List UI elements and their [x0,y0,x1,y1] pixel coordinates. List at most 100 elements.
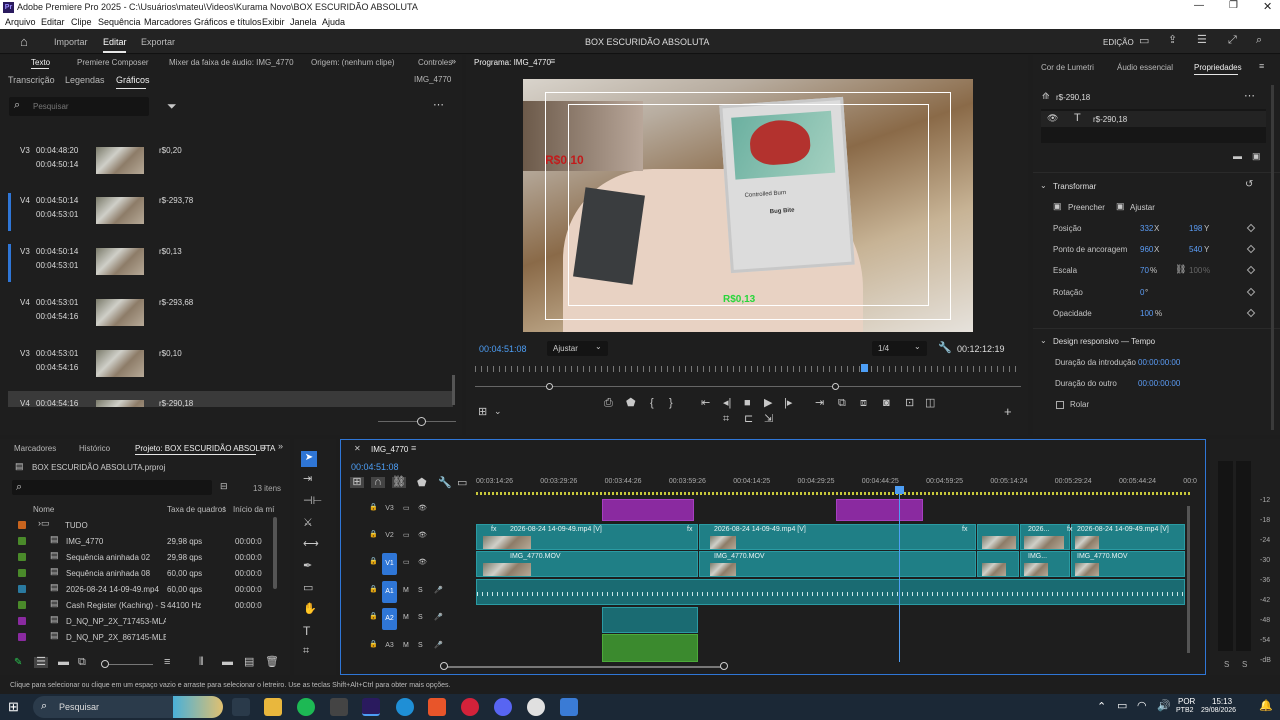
menu-janela[interactable]: Janela [290,17,317,27]
eye-icon[interactable]: 👁 [1047,114,1058,123]
minimize-button[interactable]: — [1194,0,1204,11]
mic-icon[interactable]: 🎤 [434,642,443,649]
track-label-v2[interactable]: V2 [382,532,397,539]
fit-select[interactable]: Ajustar ⌄ [547,341,608,356]
tab-premiere-composer[interactable]: Premiere Composer [77,58,149,67]
program-ruler[interactable] [475,366,1021,372]
track-label-a3[interactable]: A3 [382,642,397,649]
lift-icon[interactable]: ⎙ [604,398,613,409]
audio-clip-a2[interactable] [602,607,698,633]
bin-icon[interactable]: ⊟ [220,482,228,491]
fill-icon[interactable]: ▣ [1053,202,1062,211]
zoom-handle-left[interactable] [546,383,553,390]
captions-icon[interactable]: ▭ [457,478,467,489]
menu-graficos[interactable]: Gráficos e títulos [194,17,262,27]
marker-icon[interactable]: ⬟ [626,398,636,409]
roll-checkbox[interactable] [1056,401,1064,409]
solo-icon[interactable]: S [418,587,423,594]
selection-tool-icon[interactable]: ➤ [301,451,317,467]
keyframe-icon[interactable] [1246,265,1256,275]
pencil-icon[interactable]: ✎ [14,658,22,668]
layer-row[interactable]: 👁 T r$-290,18 [1041,111,1266,127]
properties-scrollbar[interactable] [1271,85,1274,430]
settings-list-icon[interactable]: ☰ [1197,35,1207,46]
sync-lock-icon[interactable]: ▭ [403,559,410,566]
snap-icon[interactable]: ∩ [371,477,385,488]
panel-menu-icon[interactable]: ≡ [261,443,266,452]
label-color-swatch[interactable] [18,521,26,529]
col-start[interactable]: Início da mí [233,505,274,514]
folder-icon[interactable]: ▬ [1233,152,1242,161]
zoom-slider-handle[interactable] [101,660,109,668]
opacity-value[interactable]: 100 [1140,309,1153,318]
zoom-slider[interactable] [103,664,153,665]
solo-left-button[interactable]: S [1224,660,1229,669]
resolution-select[interactable]: 1/4 ⌄ [872,341,927,356]
zoom-bar[interactable] [475,386,1021,387]
outro-value[interactable]: 00:00:00:00 [1138,379,1180,388]
list-scrollbar[interactable] [452,375,455,405]
vr-icon[interactable]: ◫ [925,398,935,409]
fullscreen-icon[interactable]: ⤢ [1228,35,1237,46]
safe-margins-icon[interactable]: ⊞ [478,407,487,418]
language[interactable]: POR [1178,697,1195,706]
go-to-out-icon[interactable]: ⇥ [815,398,824,409]
ripple-edit-icon[interactable]: ⊣⊢ [303,496,322,507]
wifi-icon[interactable]: ◠ [1137,701,1147,712]
multicam-icon[interactable]: ⊡ [905,398,914,409]
step-forward-icon[interactable]: |▸ [784,398,792,409]
video-clip-v2[interactable]: fx 2026-08-24 14-09-49.mp4 [V] [687,524,976,550]
fill-label[interactable]: Preencher [1068,203,1105,212]
subtab-transcricao[interactable]: Transcrição [8,75,55,85]
mark-out-icon[interactable]: } [669,398,673,409]
lock-icon[interactable]: 🔒 [369,586,378,593]
tab-importar[interactable]: Importar [54,37,88,47]
calculator-icon[interactable] [560,698,578,716]
clapper-icon[interactable] [330,698,348,716]
timeline-playhead[interactable] [899,486,900,662]
timeline-hscrollbar[interactable] [443,666,723,668]
solo-icon[interactable]: S [418,614,423,621]
list-item[interactable]: V3 00:04:50:14 00:04:53:01 r$0,13 [8,239,453,285]
notification-icon[interactable]: 🔔 [1259,701,1273,712]
eye-icon[interactable]: 👁 [418,532,427,539]
label-color-swatch[interactable] [18,633,26,641]
solo-right-button[interactable]: S [1242,660,1247,669]
go-to-in-icon[interactable]: ⇤ [701,398,710,409]
tab-mixer[interactable]: Mixer da faixa de áudio: IMG_4770 [169,58,294,67]
reset-icon[interactable]: ↺ [1245,180,1253,190]
menu-ajuda[interactable]: Ajuda [322,17,345,27]
brave-icon[interactable] [428,698,446,716]
graphic-clip-v3[interactable] [602,499,694,521]
tab-marcadores[interactable]: Marcadores [14,444,56,453]
tab-exportar[interactable]: Exportar [141,37,175,47]
lock-icon[interactable]: 🔒 [369,504,378,511]
solo-icon[interactable]: S [418,642,423,649]
keyboard-layout[interactable]: PTB2 [1176,707,1194,714]
opera-icon[interactable] [461,698,479,716]
label-color-swatch[interactable] [18,553,26,561]
trash-icon[interactable]: 🗑 [265,657,279,668]
video-clip-v2[interactable]: fx 2026-08-24 14-09-49.mp4 [V] [1067,524,1185,550]
label-color-swatch[interactable] [18,569,26,577]
more-tabs-icon[interactable]: » [451,57,456,66]
mic-icon[interactable]: 🎤 [434,587,443,594]
video-clip-v1[interactable]: IMG_4770.MOV [699,551,976,577]
scale-value[interactable]: 70 [1140,266,1149,275]
mute-icon[interactable]: M [403,614,409,621]
add-button-icon[interactable]: + [1004,405,1012,418]
razor-tool-icon[interactable]: ⚔ [303,518,313,529]
task-view-icon[interactable] [232,698,250,716]
label-color-swatch[interactable] [18,537,26,545]
tab-editar[interactable]: Editar [103,37,127,47]
chevron-down-icon[interactable]: ⌄ [1040,182,1047,190]
responsive-header[interactable]: Design responsivo — Tempo [1053,337,1155,346]
search-icon[interactable]: ⌕ [1256,35,1262,46]
automate-icon[interactable]: ⫴ [199,657,204,668]
project-row[interactable]: ▤ 2026-08-24 14-09-49.mp4 60,00 qps 00:00:0 [10,581,275,597]
hand-tool-icon[interactable]: ✋ [303,604,317,615]
timeline-timecode[interactable]: 00:04:51:08 [351,462,399,472]
premiere-icon[interactable] [362,698,380,716]
lock-icon[interactable]: 🔒 [369,641,378,648]
export-frame-icon[interactable]: ⇲ [764,414,773,425]
